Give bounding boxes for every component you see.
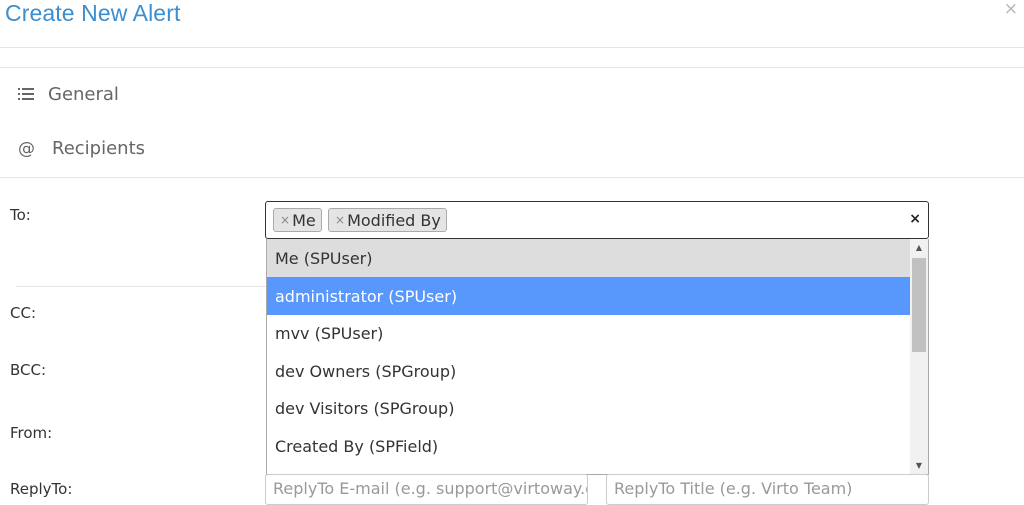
- recipient-dropdown: Me (SPUser) administrator (SPUser) mvv (…: [266, 239, 929, 475]
- dropdown-option[interactable]: dev Owners (SPGroup): [267, 352, 910, 390]
- dropdown-option[interactable]: administrator (SPUser): [267, 277, 910, 315]
- remove-tag-icon[interactable]: ×: [335, 213, 345, 227]
- dropdown-scrollbar[interactable]: ▲ ▼: [910, 239, 928, 474]
- list-icon: [18, 85, 48, 104]
- nav-general-label: General: [48, 84, 119, 105]
- dropdown-option[interactable]: mvv (SPUser): [267, 314, 910, 352]
- clear-icon[interactable]: ×: [909, 211, 921, 227]
- replyto-title-input[interactable]: ReplyTo Title (e.g. Virto Team): [606, 474, 929, 505]
- at-icon: @: [18, 138, 35, 159]
- replyto-label: ReplyTo:: [10, 480, 73, 498]
- dropdown-option[interactable]: dev Visitors (SPGroup): [267, 389, 910, 427]
- bcc-label: BCC:: [10, 361, 47, 379]
- replyto-email-input[interactable]: ReplyTo E-mail (e.g. support@virtoway.co: [265, 474, 588, 505]
- nav-recipients-label: Recipients: [52, 138, 146, 159]
- nav-general[interactable]: General: [18, 84, 119, 105]
- scroll-down-icon[interactable]: ▼: [910, 457, 928, 474]
- dropdown-option[interactable]: Created By (SPField): [267, 427, 910, 465]
- dropdown-option[interactable]: Me (SPUser): [267, 239, 910, 277]
- tag-modified-by: × Modified By: [328, 208, 447, 232]
- to-label: To:: [10, 206, 31, 224]
- cc-label: CC:: [10, 304, 37, 322]
- tag-me: × Me: [273, 208, 322, 232]
- tag-label: Me: [292, 210, 316, 230]
- to-multiselect[interactable]: × Me × Modified By ×: [265, 201, 929, 239]
- scroll-up-icon[interactable]: ▲: [910, 239, 928, 256]
- nav-recipients[interactable]: @ Recipients: [18, 138, 145, 159]
- from-label: From:: [10, 424, 53, 442]
- divider: [0, 177, 1024, 178]
- tag-label: Modified By: [347, 210, 441, 230]
- divider: [0, 67, 1024, 68]
- divider: [0, 47, 1024, 48]
- scroll-thumb[interactable]: [912, 258, 926, 352]
- close-icon[interactable]: ×: [1004, 0, 1018, 19]
- dialog-title: Create New Alert: [5, 0, 181, 26]
- remove-tag-icon[interactable]: ×: [280, 213, 290, 227]
